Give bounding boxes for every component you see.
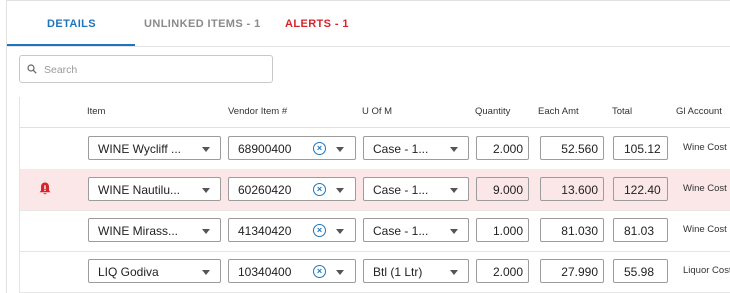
grid-header: Item Vendor Item # U Of M Quantity Each … <box>20 97 730 128</box>
vendor-item-select[interactable]: 10340400 × <box>228 259 356 283</box>
chevron-down-icon <box>202 188 210 193</box>
header-item[interactable]: Item <box>87 106 105 117</box>
item-select[interactable]: WINE Wycliff ... <box>88 136 221 160</box>
tab-details[interactable]: DETAILS <box>47 18 96 30</box>
total-field[interactable]: 55.98 <box>613 259 668 283</box>
uom-value: Case - 1... <box>373 142 429 156</box>
chevron-down-icon <box>336 147 344 152</box>
total-value: 122.40 <box>624 183 661 197</box>
each-amt-field[interactable]: 27.990 <box>540 259 604 283</box>
item-value: LIQ Godiva <box>98 265 159 279</box>
search-placeholder: Search <box>44 64 78 76</box>
bell-alert-icon <box>39 182 51 195</box>
uom-select[interactable]: Case - 1... <box>363 218 469 242</box>
line-items-grid: Item Vendor Item # U Of M Quantity Each … <box>19 97 730 293</box>
total-value: 81.03 <box>624 224 655 238</box>
each-amt-value: 52.560 <box>561 142 598 156</box>
total-value: 105.12 <box>624 142 661 156</box>
each-amt-field[interactable]: 13.600 <box>540 177 604 201</box>
uom-select[interactable]: Btl (1 Ltr) <box>363 259 469 283</box>
search-input[interactable]: Search <box>19 55 273 83</box>
active-tab-indicator <box>7 44 135 46</box>
item-value: WINE Nautilu... <box>98 183 181 197</box>
header-each-amt[interactable]: Each Amt <box>538 106 579 117</box>
header-quantity[interactable]: Quantity <box>475 106 510 117</box>
vendor-item-value: 41340420 <box>238 224 292 238</box>
gl-account-value: Wine Cost <box>683 142 727 153</box>
total-value: 55.98 <box>624 265 655 279</box>
quantity-field[interactable]: 2.000 <box>476 136 529 160</box>
item-select[interactable]: WINE Mirass... <box>88 218 221 242</box>
clear-circle-icon[interactable]: × <box>313 142 326 155</box>
chevron-down-icon <box>202 147 210 152</box>
header-gl-account[interactable]: Gl Account <box>676 106 722 117</box>
header-total[interactable]: Total <box>612 106 632 117</box>
tab-unlinked-items[interactable]: UNLINKED ITEMS - 1 <box>144 18 261 30</box>
uom-select[interactable]: Case - 1... <box>363 136 469 160</box>
quantity-field[interactable]: 1.000 <box>476 218 529 242</box>
gl-account-value: Liquor Cost <box>683 265 730 276</box>
total-field[interactable]: 105.12 <box>613 136 668 160</box>
each-amt-value: 81.030 <box>561 224 598 238</box>
tab-bar: DETAILS UNLINKED ITEMS - 1 ALERTS - 1 <box>7 1 730 47</box>
vendor-item-select[interactable]: 68900400 × <box>228 136 356 160</box>
clear-circle-icon[interactable]: × <box>313 224 326 237</box>
quantity-value: 2.000 <box>492 142 523 156</box>
quantity-value: 9.000 <box>492 183 523 197</box>
total-field[interactable]: 81.03 <box>613 218 668 242</box>
chevron-down-icon <box>450 270 458 275</box>
table-row-alert[interactable]: WINE Nautilu... 60260420 × Case - 1... 9… <box>20 169 730 211</box>
each-amt-value: 13.600 <box>561 183 598 197</box>
total-field[interactable]: 122.40 <box>613 177 668 201</box>
uom-value: Btl (1 Ltr) <box>373 265 423 279</box>
quantity-field[interactable]: 2.000 <box>476 259 529 283</box>
header-uom[interactable]: U Of M <box>362 106 392 117</box>
item-select[interactable]: LIQ Godiva <box>88 259 221 283</box>
item-select[interactable]: WINE Nautilu... <box>88 177 221 201</box>
item-value: WINE Mirass... <box>98 224 178 238</box>
header-vendor-item[interactable]: Vendor Item # <box>228 106 287 117</box>
uom-select[interactable]: Case - 1... <box>363 177 469 201</box>
item-value: WINE Wycliff ... <box>98 142 182 156</box>
quantity-value: 2.000 <box>492 265 523 279</box>
uom-value: Case - 1... <box>373 183 429 197</box>
chevron-down-icon <box>202 270 210 275</box>
vendor-item-select[interactable]: 60260420 × <box>228 177 356 201</box>
each-amt-field[interactable]: 52.560 <box>540 136 604 160</box>
search-icon <box>27 64 37 74</box>
chevron-down-icon <box>450 229 458 234</box>
chevron-down-icon <box>450 188 458 193</box>
quantity-field[interactable]: 9.000 <box>476 177 529 201</box>
vendor-item-value: 10340400 <box>238 265 292 279</box>
chevron-down-icon <box>202 229 210 234</box>
each-amt-field[interactable]: 81.030 <box>540 218 604 242</box>
invoice-detail-panel: DETAILS UNLINKED ITEMS - 1 ALERTS - 1 Se… <box>6 0 730 293</box>
table-row[interactable]: WINE Mirass... 41340420 × Case - 1... 1.… <box>20 210 730 252</box>
uom-value: Case - 1... <box>373 224 429 238</box>
vendor-item-value: 60260420 <box>238 183 292 197</box>
each-amt-value: 27.990 <box>561 265 598 279</box>
chevron-down-icon <box>336 270 344 275</box>
gl-account-value: Wine Cost <box>683 224 727 235</box>
vendor-item-select[interactable]: 41340420 × <box>228 218 356 242</box>
chevron-down-icon <box>450 147 458 152</box>
table-row[interactable]: LIQ Godiva 10340400 × Btl (1 Ltr) 2.000 … <box>20 251 730 293</box>
chevron-down-icon <box>336 188 344 193</box>
tab-alerts[interactable]: ALERTS - 1 <box>285 18 349 30</box>
quantity-value: 1.000 <box>492 224 523 238</box>
table-row[interactable]: WINE Wycliff ... 68900400 × Case - 1... … <box>20 128 730 170</box>
clear-circle-icon[interactable]: × <box>313 183 326 196</box>
gl-account-value: Wine Cost <box>683 183 727 194</box>
vendor-item-value: 68900400 <box>238 142 292 156</box>
chevron-down-icon <box>336 229 344 234</box>
clear-circle-icon[interactable]: × <box>313 265 326 278</box>
